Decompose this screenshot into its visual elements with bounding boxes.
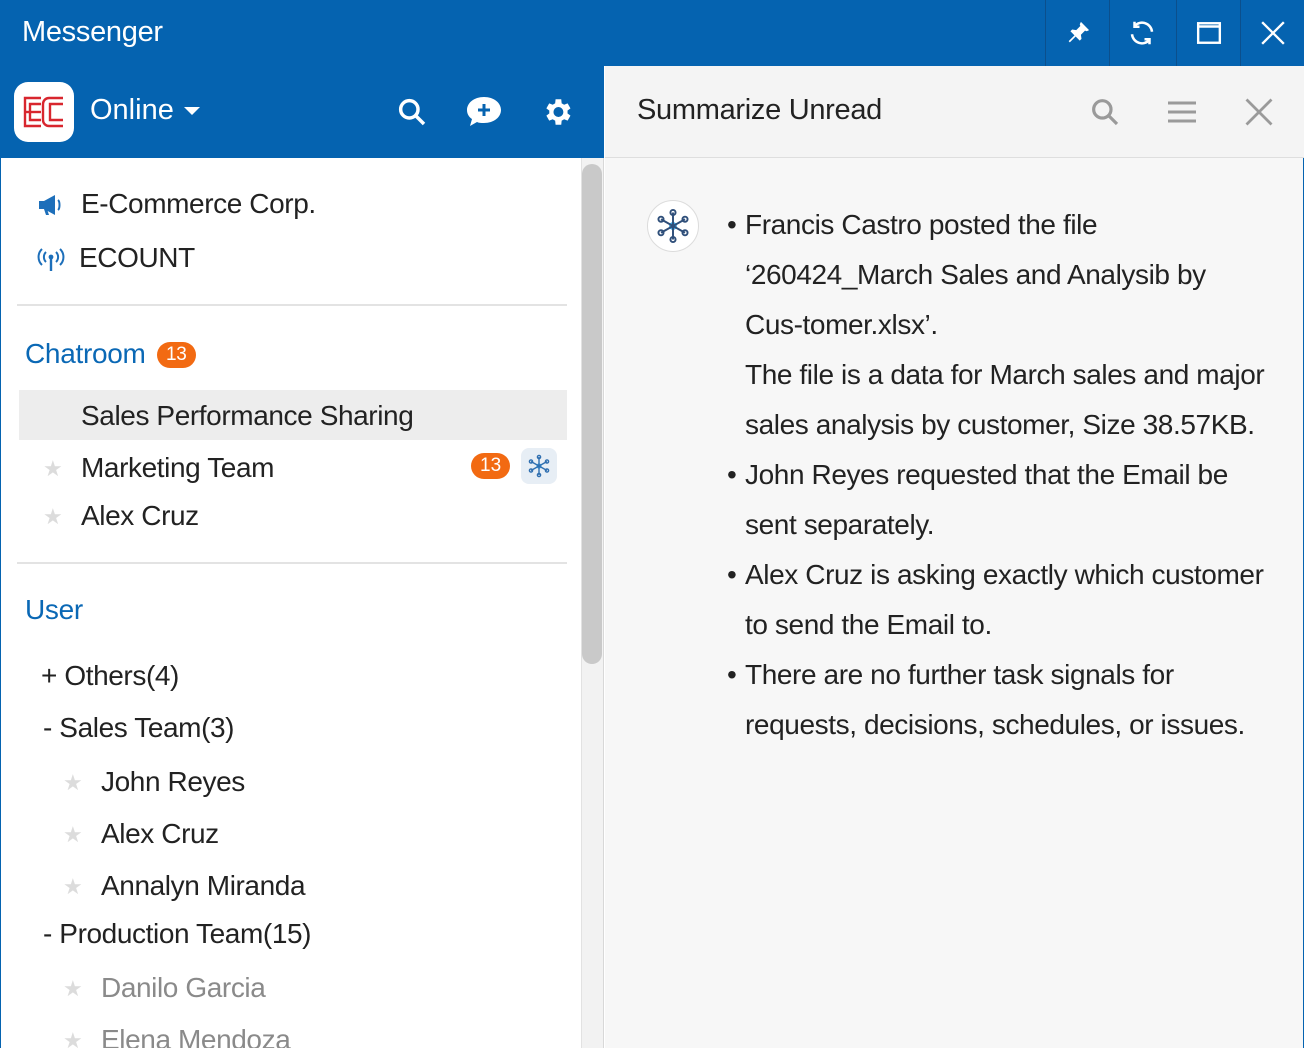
sidebar: E-Commerce Corp. ECOUNT Chatroom 13 Sale… xyxy=(0,158,604,1048)
summary-header: Summarize Unread xyxy=(605,66,1304,158)
ai-network-icon xyxy=(528,454,550,478)
summary-item: Alex Cruz is asking exactly which custom… xyxy=(727,550,1267,650)
summary-menu-button[interactable] xyxy=(1162,92,1202,132)
summary-text: John Reyes requested that the Email be s… xyxy=(745,459,1228,540)
search-icon xyxy=(1092,99,1119,126)
refresh-button[interactable] xyxy=(1109,0,1173,66)
star-icon[interactable]: ★ xyxy=(43,504,63,530)
ai-avatar xyxy=(647,200,699,252)
close-icon xyxy=(1245,98,1273,126)
chatroom-title: Chatroom xyxy=(25,338,146,369)
ec-logo-icon xyxy=(23,96,63,128)
left-header: Online xyxy=(0,66,604,158)
group-others[interactable]: + Others(4) xyxy=(41,660,179,692)
close-icon xyxy=(1260,21,1285,45)
user-item-offline[interactable]: Elena Mendoza xyxy=(101,1024,291,1048)
chatroom-section-title[interactable]: Chatroom 13 xyxy=(25,338,196,371)
summary-text: The file is a data for March sales and m… xyxy=(745,359,1265,440)
summary-text: Alex Cruz is asking exactly which custom… xyxy=(745,559,1264,640)
scrollbar-thumb[interactable] xyxy=(582,164,602,664)
summary-item: John Reyes requested that the Email be s… xyxy=(727,450,1267,550)
summary-item: Francis Castro posted the file ‘260424_M… xyxy=(727,200,1267,450)
star-icon[interactable]: ★ xyxy=(63,976,83,1002)
app-title: Messenger xyxy=(22,16,163,48)
company-label: ECOUNT xyxy=(79,242,195,273)
close-button[interactable] xyxy=(1240,0,1304,66)
chevron-down-icon xyxy=(183,106,200,115)
user-item[interactable]: Annalyn Miranda xyxy=(101,870,306,902)
summary-close-button[interactable] xyxy=(1239,92,1279,132)
divider xyxy=(17,304,567,306)
refresh-icon xyxy=(1130,21,1153,45)
chatroom-item-label[interactable]: Sales Performance Sharing xyxy=(81,400,414,432)
broadcast-icon xyxy=(37,248,65,271)
megaphone-icon xyxy=(39,195,61,215)
settings-button[interactable] xyxy=(537,92,577,132)
user-section-title[interactable]: User xyxy=(25,594,83,626)
star-icon[interactable]: ★ xyxy=(63,1028,83,1048)
search-button[interactable] xyxy=(392,92,432,132)
user-item[interactable]: John Reyes xyxy=(101,766,245,798)
summary-item: There are no further task signals for re… xyxy=(727,650,1267,750)
menu-icon xyxy=(1168,101,1196,123)
group-production-team[interactable]: - Production Team(15) xyxy=(43,918,312,950)
chatroom-unread-badge: 13 xyxy=(157,342,196,368)
gear-icon xyxy=(546,99,571,125)
star-icon[interactable]: ★ xyxy=(43,456,63,482)
pin-icon xyxy=(1068,21,1089,43)
panel-title: Summarize Unread xyxy=(637,94,883,126)
summary-text: There are no further task signals for re… xyxy=(745,659,1245,740)
company-label: E-Commerce Corp. xyxy=(81,188,316,219)
summary-text: Francis Castro posted the file ‘260424_M… xyxy=(745,209,1206,340)
user-item-offline[interactable]: Danilo Garcia xyxy=(101,972,266,1004)
new-chat-button[interactable] xyxy=(464,92,504,132)
new-chat-icon xyxy=(467,97,501,126)
user-item[interactable]: Alex Cruz xyxy=(101,818,219,850)
status-dropdown[interactable]: Online xyxy=(90,94,202,127)
status-label: Online xyxy=(90,94,174,126)
ai-network-icon xyxy=(657,208,689,244)
app-logo xyxy=(14,82,74,142)
maximize-icon xyxy=(1196,22,1221,44)
summary-panel: Francis Castro posted the file ‘260424_M… xyxy=(605,158,1304,1048)
star-icon[interactable]: ★ xyxy=(63,822,83,848)
pin-button[interactable] xyxy=(1045,0,1109,66)
ai-summary-button[interactable] xyxy=(521,448,557,484)
star-icon[interactable]: ★ xyxy=(63,874,83,900)
maximize-button[interactable] xyxy=(1176,0,1240,66)
chatroom-item-label[interactable]: Marketing Team xyxy=(81,452,274,484)
chatroom-unread-badge: 13 xyxy=(471,453,511,479)
chatroom-item-label[interactable]: Alex Cruz xyxy=(81,500,199,532)
group-sales-team[interactable]: - Sales Team(3) xyxy=(43,712,235,744)
search-icon xyxy=(398,98,426,126)
summary-search-button[interactable] xyxy=(1085,92,1125,132)
divider xyxy=(17,562,567,564)
title-bar: Messenger xyxy=(0,0,1304,66)
star-icon[interactable]: ★ xyxy=(63,770,83,796)
summary-list: Francis Castro posted the file ‘260424_M… xyxy=(727,200,1267,750)
